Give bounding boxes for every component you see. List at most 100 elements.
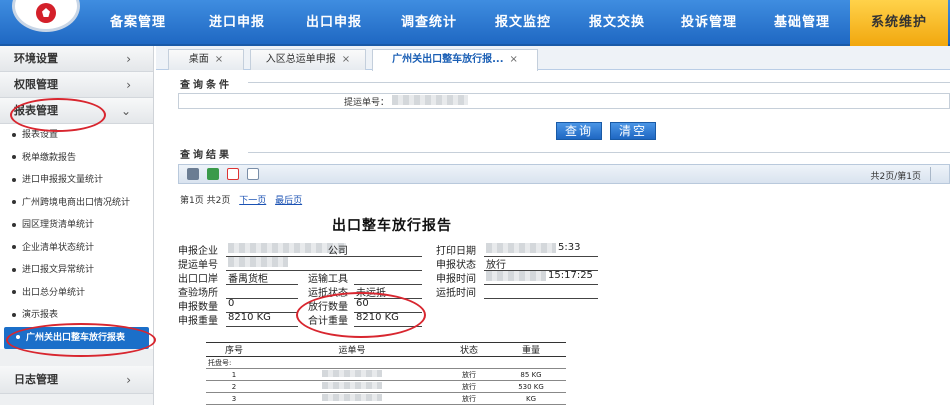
- declared-qty-label: 申报数量: [178, 302, 218, 313]
- declared-weight-label: 申报重量: [178, 316, 218, 327]
- query-section-title: 查询条件: [180, 80, 232, 91]
- port-value: 番禺货柜: [228, 274, 268, 285]
- bill-number-input[interactable]: [392, 95, 468, 105]
- emblem-icon: [36, 3, 56, 23]
- close-icon[interactable]: ×: [510, 54, 518, 65]
- sidebar-item-label: 税单缴款报告: [22, 152, 77, 163]
- sidebar-item-export-bills[interactable]: 出口总分单统计: [0, 282, 153, 305]
- query-form: [178, 93, 950, 109]
- close-icon[interactable]: ×: [215, 54, 223, 65]
- sidebar-group-logs[interactable]: 日志管理 ›: [0, 366, 153, 394]
- pager-status: 共2页/第1页: [870, 172, 922, 182]
- report-pagination: 第1页 共2页 下一页 最后页: [180, 193, 302, 206]
- nav-export[interactable]: 出口申报: [286, 0, 382, 46]
- tab-desktop[interactable]: 桌面 ×: [168, 49, 244, 70]
- search-button[interactable]: 查询: [556, 122, 603, 140]
- excel-icon[interactable]: [207, 168, 219, 180]
- declared-weight-value: 8210 KG: [228, 312, 271, 323]
- print-date-value: 5:33: [558, 242, 581, 253]
- table-row: 2 放行 530 KG: [206, 380, 566, 393]
- total-weight-label: 合计重量: [308, 316, 348, 327]
- bill-label: 提运单号: [178, 260, 218, 271]
- nav-filing[interactable]: 备案管理: [88, 0, 188, 46]
- sidebar-group-label: 环境设置: [14, 52, 58, 65]
- page-info: 第1页 共2页: [180, 196, 231, 206]
- tab-inbound-waybill[interactable]: 入区总运单申报 ×: [250, 49, 366, 70]
- arrival-status-value: 未运抵: [356, 288, 386, 299]
- pdf-icon[interactable]: [227, 168, 239, 180]
- sidebar-item-import-anomaly[interactable]: 进口报文异常统计: [0, 259, 153, 282]
- sidebar-item-crossborder-export[interactable]: 广州跨境电商出口情况统计: [0, 192, 153, 215]
- nav-message-monitor[interactable]: 报文监控: [476, 0, 570, 46]
- sidebar-item-report-settings[interactable]: 报表设置: [0, 124, 153, 147]
- sidebar-group-label: 日志管理: [14, 373, 58, 386]
- nav-statistics[interactable]: 调查统计: [382, 0, 476, 46]
- underline: [226, 326, 298, 327]
- chevron-right-icon: ›: [126, 52, 131, 66]
- app-window: 备案管理 进口申报 出口申报 调查统计 报文监控 报文交换 投诉管理 基础管理 …: [0, 0, 950, 405]
- sidebar-item-enterprise-status[interactable]: 企业清单状态统计: [0, 237, 153, 260]
- chevron-right-icon: ›: [126, 78, 131, 92]
- cell-no: 2: [206, 380, 262, 393]
- divider: [248, 152, 950, 153]
- sidebar-item-vehicle-release-report[interactable]: 广州关出口整车放行报表: [4, 326, 149, 349]
- cell-waybill-redacted: [262, 380, 442, 393]
- company-label: 申报企业: [178, 246, 218, 257]
- clear-button[interactable]: 清空: [610, 122, 657, 140]
- nav-system-maintenance[interactable]: 系统维护: [850, 0, 948, 46]
- cell-no: 3: [206, 392, 262, 405]
- col-header-waybill: 运单号: [262, 342, 442, 357]
- cell-waybill-redacted: [262, 392, 442, 405]
- print-date-redacted: [486, 243, 556, 253]
- nav-basic-management[interactable]: 基础管理: [754, 0, 850, 46]
- nav-import[interactable]: 进口申报: [188, 0, 286, 46]
- sidebar: 环境设置 › 权限管理 › 报表管理 ⌄ 报表设置 税单缴款报告 进口申报报文量…: [0, 46, 154, 405]
- sidebar-item-label: 企业清单状态统计: [22, 242, 95, 253]
- col-header-no: 序号: [206, 342, 262, 357]
- close-icon[interactable]: ×: [342, 54, 350, 65]
- cell-weight: KG: [496, 392, 566, 405]
- sidebar-item-import-volume[interactable]: 进口申报报文量统计: [0, 169, 153, 192]
- sidebar-item-label: 演示报表: [22, 310, 59, 320]
- underline: [226, 284, 298, 285]
- report-title: 出口整车放行报告: [332, 218, 452, 234]
- divider: [248, 82, 950, 83]
- table-group-row: 托盘号:: [206, 356, 566, 369]
- arrival-time-label: 运抵时间: [436, 288, 476, 299]
- word-icon[interactable]: [247, 168, 259, 180]
- main-nav: 备案管理 进口申报 出口申报 调查统计 报文监控 报文交换 投诉管理 基础管理 …: [88, 0, 948, 46]
- sidebar-group-reports[interactable]: 报表管理 ⌄: [0, 98, 153, 124]
- cell-weight: 85 KG: [496, 368, 566, 381]
- table-row: 3 放行 KG: [206, 392, 566, 405]
- sidebar-group-permissions[interactable]: 权限管理 ›: [0, 72, 153, 98]
- cell-waybill-redacted: [262, 368, 442, 381]
- port-label: 出口口岸: [178, 274, 218, 285]
- status-label: 申报状态: [436, 260, 476, 271]
- sidebar-group-environment[interactable]: 环境设置 ›: [0, 46, 153, 72]
- tab-bar: 桌面 × 入区总运单申报 × 广州关出口整车放行报... ×: [156, 46, 950, 71]
- sidebar-item-demo-report[interactable]: 演示报表: [0, 304, 153, 327]
- last-page-link[interactable]: 最后页: [275, 196, 302, 206]
- sidebar-item-label: 园区理货清单统计: [22, 220, 95, 230]
- bullet-icon: [12, 245, 16, 249]
- cell-status: 放行: [442, 368, 496, 381]
- release-qty-label: 放行数量: [308, 302, 348, 313]
- underline: [354, 326, 422, 327]
- chevron-right-icon: ›: [126, 373, 131, 387]
- print-icon[interactable]: [187, 168, 199, 180]
- transport-label: 运输工具: [308, 274, 348, 285]
- tab-vehicle-release-report[interactable]: 广州关出口整车放行报... ×: [372, 49, 538, 71]
- sidebar-item-tax-report[interactable]: 税单缴款报告: [0, 147, 153, 170]
- sidebar-item-tally-list[interactable]: 园区理货清单统计: [0, 214, 153, 237]
- tab-label: 入区总运单申报: [265, 54, 336, 65]
- top-nav-bar: 备案管理 进口申报 出口申报 调查统计 报文监控 报文交换 投诉管理 基础管理 …: [0, 0, 950, 46]
- bullet-icon: [12, 290, 16, 294]
- nav-complaints[interactable]: 投诉管理: [664, 0, 754, 46]
- main-content: 桌面 × 入区总运单申报 × 广州关出口整车放行报... × 查询条件 提运单号： 查…: [156, 46, 950, 405]
- sidebar-item-label: 广州跨境电商出口情况统计: [22, 197, 131, 208]
- bullet-icon: [12, 267, 16, 272]
- underline: [226, 298, 298, 299]
- nav-message-exchange[interactable]: 报文交换: [570, 0, 664, 46]
- next-page-link[interactable]: 下一页: [239, 196, 266, 206]
- tab-label: 桌面: [188, 54, 209, 65]
